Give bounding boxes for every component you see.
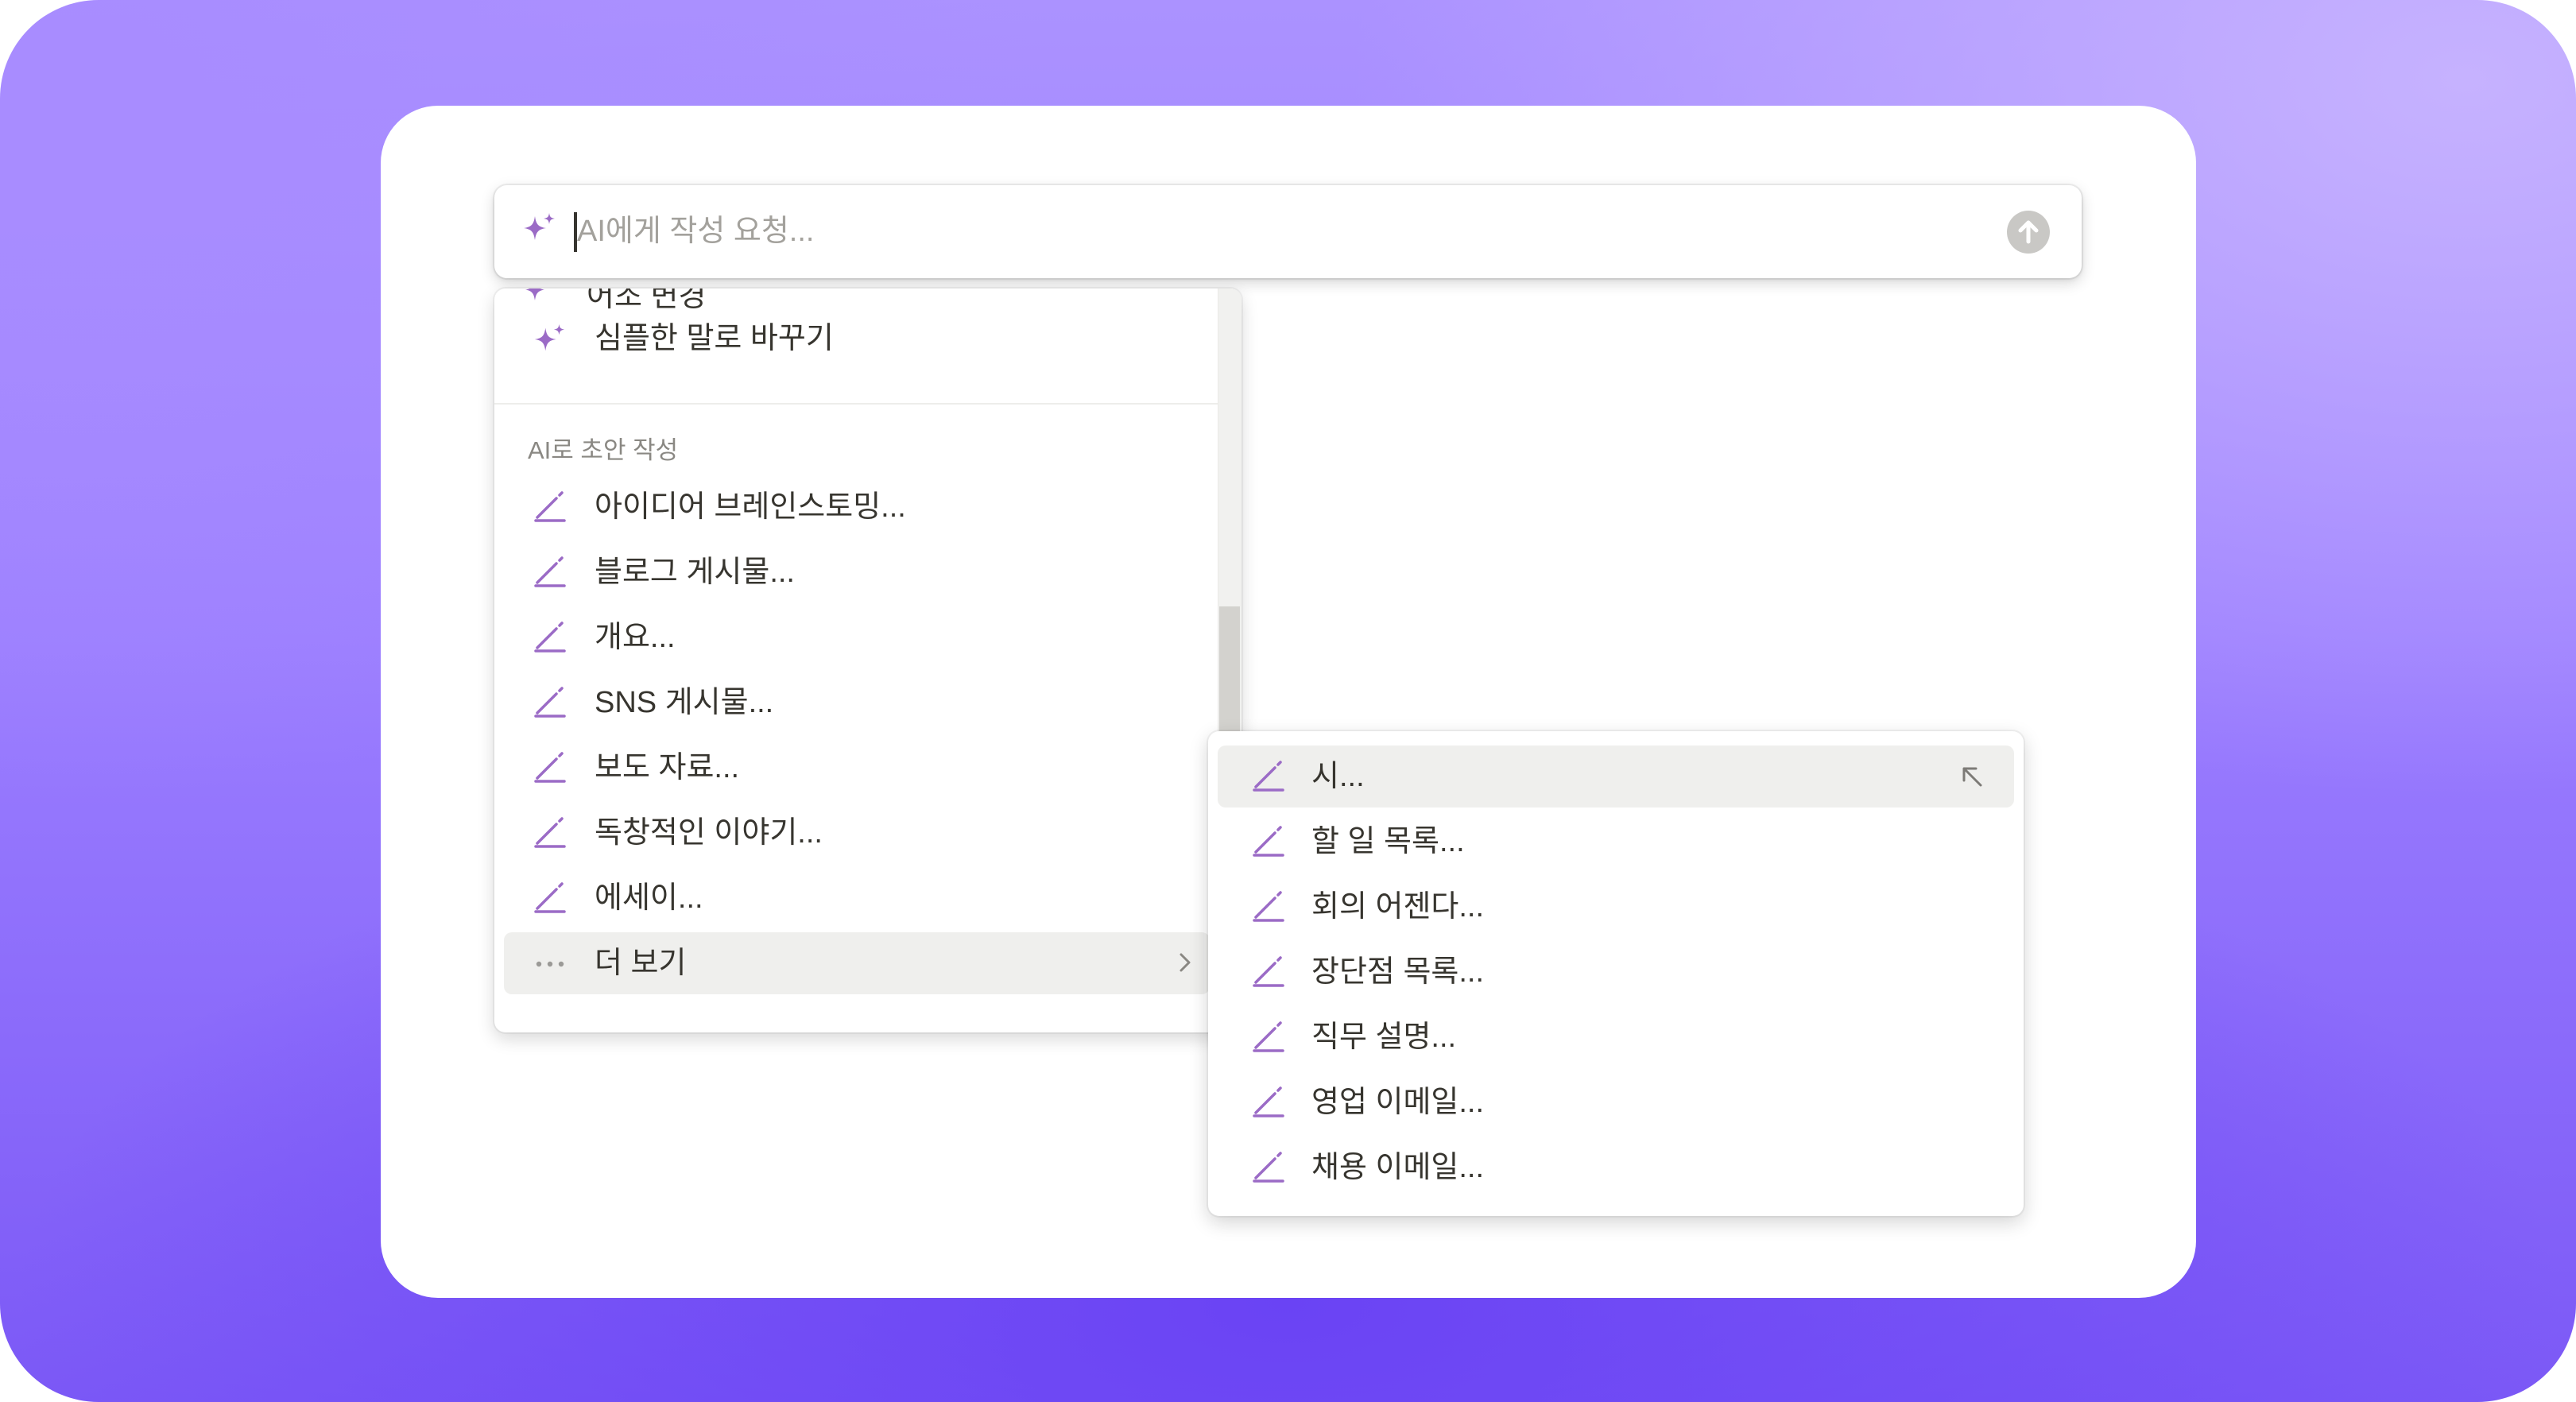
pencil-icon [1253,891,1284,922]
menu-item-label: SNS 게시물... [595,686,774,719]
pencil-icon [534,882,566,913]
pencil-icon [1253,1086,1284,1117]
menu-item-label: 더 보기 [595,947,687,980]
menu-item-label: 할 일 목록... [1311,825,1465,858]
ai-prompt-bar[interactable] [494,185,2082,278]
menu-item-outline[interactable]: 개요... [504,606,1210,668]
menu-item-label: 아이디어 브레인스토밍... [595,490,906,524]
menu-divider [494,403,1218,405]
menu-item-label: 보도 자료... [595,751,740,784]
menu-item-brainstorm[interactable]: 아이디어 브레인스토밍... [504,476,1210,538]
menu-item-blog-post[interactable]: 블로그 게시물... [504,541,1210,603]
ai-prompt-input[interactable] [577,203,1928,260]
pencil-icon [534,817,566,848]
menu-item-press-release[interactable]: 보도 자료... [504,737,1210,799]
menu-item-label: 개요... [595,621,676,654]
menu-item-label: 독창적인 이야기... [595,816,823,850]
pencil-icon [534,687,566,718]
chevron-right-icon [1180,953,1191,972]
menu-item-see-more[interactable]: 더 보기 [504,932,1210,994]
sparkle-icon [525,289,544,300]
menu-item-creative-story[interactable]: 독창적인 이야기... [504,802,1210,864]
arrow-up-icon [2018,220,2039,244]
pencil-icon [534,622,566,653]
menu-item-label: 장단점 목록... [1311,955,1485,989]
submenu-item-poem[interactable]: 시... [1218,746,2014,808]
menu-item-label: 직무 설명... [1311,1021,1457,1054]
menu-item-label: 블로그 게시물... [595,556,795,589]
menu-item-label: 영업 이메일... [1311,1086,1485,1119]
section-title: AI로 초안 작성 [528,436,679,464]
sparkle-icon [524,213,555,240]
pencil-icon [534,752,566,783]
menu-item-essay[interactable]: 에세이... [504,867,1210,929]
menu-item-sns-post[interactable]: SNS 게시물... [504,672,1210,734]
submenu-item-recruiting-email[interactable]: 채용 이메일... [1218,1137,2014,1199]
submenu-item-meeting-agenda[interactable]: 회의 어젠다... [1218,876,2014,938]
menu-item-label: 시... [1311,760,1365,793]
submenu-item-todo-list[interactable]: 할 일 목록... [1218,811,2014,873]
pencil-icon [1253,956,1284,987]
pencil-icon [534,491,566,522]
menu-item-simplify[interactable]: 심플한 말로 바꾸기 [504,308,1210,370]
menu-item-label: 심플한 말로 바꾸기 [595,322,834,355]
pencil-icon [1253,761,1284,792]
menu-item-label: 회의 어젠다... [1311,890,1485,924]
arrow-up-left-icon [1962,767,1982,787]
submenu-item-sales-email[interactable]: 영업 이메일... [1218,1071,2014,1133]
submenu-item-job-description[interactable]: 직무 설명... [1218,1006,2014,1068]
menu-item-label: 에세이... [595,881,703,915]
sparkle-icon [534,323,565,351]
ai-actions-menu: 어조 변경 심플한 말로 바꾸기 AI로 초안 작성 아이디어 브레인스토밍..… [494,289,1242,1032]
send-button[interactable] [2007,211,2050,254]
more-actions-submenu: 시... 할 일 목록... 회의 어젠다... 장단점 목록... 직무 설명… [1208,731,2024,1216]
pencil-icon [1253,826,1284,857]
menu-item-label: 채용 이메일... [1311,1151,1485,1184]
pencil-icon [534,556,566,587]
submenu-item-pros-cons[interactable]: 장단점 목록... [1218,941,2014,1003]
ellipsis-icon [536,961,564,967]
pencil-icon [1253,1021,1284,1052]
pencil-icon [1253,1152,1284,1183]
